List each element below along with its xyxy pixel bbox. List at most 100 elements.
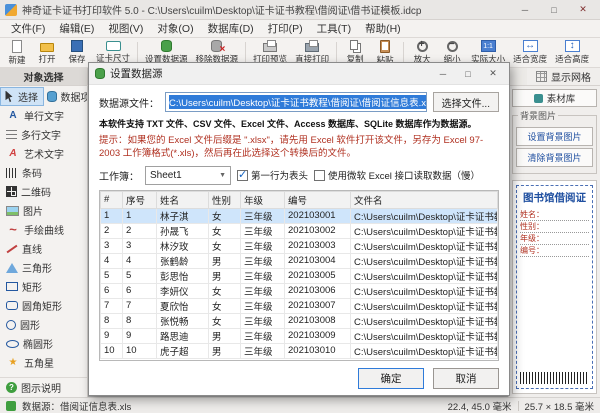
table-row[interactable]: 33林汐玫女三年级202103003C:\Users\cuilm\Desktop… bbox=[101, 238, 498, 253]
image-icon bbox=[6, 206, 19, 216]
sidebar-item-freehand-curve[interactable]: 手绘曲线 bbox=[0, 220, 87, 239]
save-label: 保存 bbox=[68, 53, 85, 65]
menu-item-view[interactable]: 视图(V) bbox=[101, 20, 150, 37]
menu-item-print[interactable]: 打印(P) bbox=[261, 20, 310, 37]
table-row[interactable]: 44张鹤龄男三年级202103004C:\Users\cuilm\Desktop… bbox=[101, 253, 498, 268]
card-field-0: 姓名： bbox=[520, 209, 589, 221]
table-cell: C:\Users\cuilm\Desktop\证卡证书教程\借阅证\学生照片\4… bbox=[351, 253, 498, 268]
circle-label: 圆形 bbox=[20, 317, 40, 332]
sidebar-item-single-line-text[interactable]: 单行文字 bbox=[0, 106, 87, 125]
set-datasource-icon bbox=[161, 40, 172, 52]
menu-item-database[interactable]: 数据库(D) bbox=[201, 20, 261, 37]
show-grid-button[interactable]: 显示网格 bbox=[527, 68, 600, 85]
sidebar-item-rectangle[interactable]: 矩形 bbox=[0, 277, 87, 296]
qrcode-icon bbox=[6, 186, 17, 197]
sidebar-item-select[interactable]: 选择 bbox=[0, 87, 44, 106]
barcode-icon bbox=[6, 168, 18, 178]
direct-print-icon bbox=[305, 43, 319, 52]
dialog-title-bar[interactable]: 设置数据源 ─ □ ✕ bbox=[89, 63, 509, 85]
toolbar-new-button[interactable]: 新建 bbox=[2, 39, 32, 66]
data-table: #序号姓名性别年级编号文件名 11林子淇女三年级202103001C:\User… bbox=[100, 191, 498, 359]
table-row[interactable]: 1010虎子超男三年级202103010C:\Users\cuilm\Deskt… bbox=[101, 343, 498, 358]
sidebar-item-line[interactable]: 直线 bbox=[0, 239, 87, 258]
set-background-button[interactable]: 设置背景图片 bbox=[516, 127, 593, 146]
first-row-header-checkbox[interactable]: 第一行为表头 bbox=[237, 168, 308, 182]
table-row[interactable]: 11林子淇女三年级202103001C:\Users\cuilm\Desktop… bbox=[101, 208, 498, 223]
open-label: 打开 bbox=[38, 53, 55, 65]
table-row[interactable]: 99路思迪男三年级202103009C:\Users\cuilm\Desktop… bbox=[101, 328, 498, 343]
table-row[interactable]: 22孙晟飞女三年级202103002C:\Users\cuilm\Desktop… bbox=[101, 223, 498, 238]
menu-item-file[interactable]: 文件(F) bbox=[4, 20, 52, 37]
rect-icon bbox=[6, 282, 18, 291]
ok-button[interactable]: 确定 bbox=[358, 368, 424, 389]
material-library-icon bbox=[534, 94, 543, 103]
cancel-button[interactable]: 取消 bbox=[433, 368, 499, 389]
dialog-close-button[interactable]: ✕ bbox=[483, 66, 503, 82]
menu-item-object[interactable]: 对象(O) bbox=[150, 20, 200, 37]
paste-icon bbox=[380, 40, 390, 53]
table-cell: 8 bbox=[101, 313, 123, 328]
table-row[interactable]: 55彭思怡男三年级202103005C:\Users\cuilm\Desktop… bbox=[101, 268, 498, 283]
table-row[interactable]: 66李妍仪女三年级202103006C:\Users\cuilm\Desktop… bbox=[101, 283, 498, 298]
datasource-file-label: 数据源文件： bbox=[99, 95, 159, 110]
sidebar-item-barcode[interactable]: 条码 bbox=[0, 163, 87, 182]
fit-width-icon bbox=[523, 40, 538, 52]
workbook-select[interactable]: Sheet1 ▼ bbox=[145, 166, 231, 185]
menu-item-tools[interactable]: 工具(T) bbox=[310, 20, 358, 37]
sidebar-item-data-item[interactable]: 数据项 bbox=[44, 87, 88, 106]
background-group-label: 背景图片 bbox=[518, 109, 558, 122]
choose-file-button[interactable]: 选择文件... bbox=[433, 92, 499, 112]
xlsx-tip: 提示：如果您的 Excel 文件后缀是 ".xlsx"，请先用 Excel 软件… bbox=[99, 135, 499, 161]
sidebar-item-legend[interactable]: 图示说明 bbox=[0, 377, 87, 396]
table-cell: 10 bbox=[101, 343, 123, 358]
menu-item-edit[interactable]: 编辑(E) bbox=[52, 20, 101, 37]
workbook-row: 工作簿： Sheet1 ▼ 第一行为表头 使用微软 Excel 接口读取数据（慢… bbox=[99, 166, 499, 185]
table-cell: 2 bbox=[123, 223, 157, 238]
table-cell: 三年级 bbox=[241, 208, 285, 223]
table-cell: 202103002 bbox=[285, 223, 351, 238]
sidebar-item-circle[interactable]: 圆形 bbox=[0, 315, 87, 334]
toolbar-fit-width-button[interactable]: 适合宽度 bbox=[509, 39, 551, 66]
sidebar-item-star[interactable]: 五角星 bbox=[0, 353, 87, 372]
background-image-group: 背景图片 设置背景图片 清除背景图片 bbox=[512, 115, 597, 174]
table-cell: 4 bbox=[101, 253, 123, 268]
sidebar-item-art-text[interactable]: 艺术文字 bbox=[0, 144, 87, 163]
card-field-1: 性别： bbox=[520, 221, 589, 233]
single-line-text-label: 单行文字 bbox=[24, 108, 64, 123]
sidebar-item-ellipse[interactable]: 椭圆形 bbox=[0, 334, 87, 353]
dialog-minimize-button[interactable]: ─ bbox=[433, 66, 453, 82]
table-cell: 三年级 bbox=[241, 238, 285, 253]
checkbox-unchecked-icon bbox=[314, 170, 325, 181]
window-title: 神奇证卡证书打印软件 5.0 - C:\Users\cuilm\Desktop\… bbox=[22, 2, 508, 17]
card-preview[interactable]: 图书馆借阅证 姓名：性别：年级：编号： bbox=[516, 185, 593, 389]
sidebar-item-triangle[interactable]: 三角形 bbox=[0, 258, 87, 277]
sidebar-item-multi-line-text[interactable]: 多行文字 bbox=[0, 125, 87, 144]
toolbar-open-button[interactable]: 打开 bbox=[32, 39, 62, 66]
dialog-maximize-button[interactable]: □ bbox=[458, 66, 478, 82]
clear-background-button[interactable]: 清除背景图片 bbox=[516, 148, 593, 167]
column-header: 姓名 bbox=[157, 191, 209, 208]
table-cell: 2 bbox=[101, 223, 123, 238]
sidebar-item-rounded-rectangle[interactable]: 圆角矩形 bbox=[0, 296, 87, 315]
toolbar-fit-height-button[interactable]: 适合高度 bbox=[551, 39, 593, 66]
copy-icon bbox=[350, 40, 358, 50]
sidebar-item-qrcode[interactable]: 二维码 bbox=[0, 182, 87, 201]
menu-item-help[interactable]: 帮助(H) bbox=[358, 20, 408, 37]
table-cell: 孙晟飞 bbox=[157, 223, 209, 238]
table-cell: 女 bbox=[209, 238, 241, 253]
table-cell: 女 bbox=[209, 223, 241, 238]
legend-icon bbox=[6, 382, 17, 393]
material-library-tab[interactable]: 素材库 bbox=[512, 89, 597, 107]
multi-text-icon bbox=[6, 130, 17, 140]
table-row[interactable]: 88张悦畅女三年级202103008C:\Users\cuilm\Desktop… bbox=[101, 313, 498, 328]
maximize-button[interactable]: □ bbox=[542, 2, 566, 18]
sidebar-item-image[interactable]: 图片 bbox=[0, 201, 87, 220]
minimize-button[interactable]: ─ bbox=[513, 2, 537, 18]
close-button[interactable]: ✕ bbox=[571, 2, 595, 18]
new-label: 新建 bbox=[8, 54, 25, 66]
table-row[interactable]: 77夏欣怡女三年级202103007C:\Users\cuilm\Desktop… bbox=[101, 298, 498, 313]
excel-interface-checkbox[interactable]: 使用微软 Excel 接口读取数据（慢） bbox=[314, 168, 480, 182]
table-cell: 三年级 bbox=[241, 328, 285, 343]
datasource-path-input[interactable]: C:\Users\cuilm\Desktop\证卡证书教程\借阅证\借阅证信息表… bbox=[165, 92, 427, 112]
table-cell: 3 bbox=[123, 238, 157, 253]
